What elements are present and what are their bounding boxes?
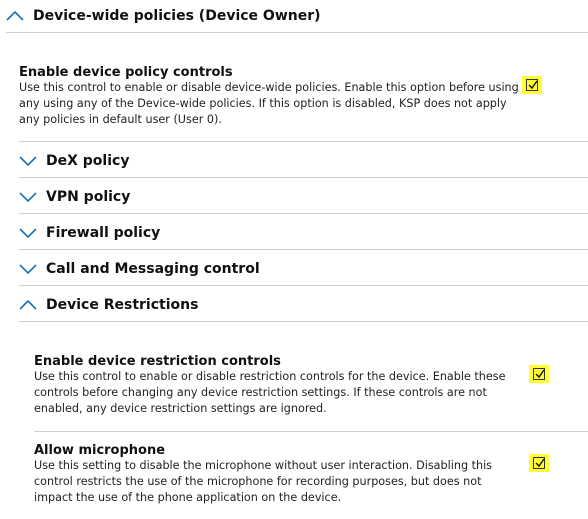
section-header-vpn-policy[interactable]: VPN policy: [19, 189, 130, 205]
setting-enable-restriction-controls: Enable device restriction controls Use t…: [34, 354, 519, 417]
enable-restriction-controls-checkbox[interactable]: [529, 365, 549, 383]
chevron-up-icon: [6, 10, 24, 22]
chevron-down-icon: [19, 191, 37, 203]
section-header-firewall-policy[interactable]: Firewall policy: [19, 225, 160, 241]
setting-title: Allow microphone: [34, 443, 166, 458]
allow-microphone-checkbox[interactable]: [529, 454, 549, 472]
divider: [19, 285, 588, 286]
chevron-up-icon: [19, 299, 37, 311]
checkmark-icon: [535, 369, 545, 379]
setting-description: Use this control to enable or disable de…: [19, 81, 519, 126]
chevron-down-icon: [19, 227, 37, 239]
setting-allow-microphone: Allow microphone Use this setting to dis…: [34, 443, 519, 506]
section-label: VPN policy: [46, 189, 131, 205]
chevron-down-icon: [19, 155, 37, 167]
section-header-device-wide-policies[interactable]: Device-wide policies (Device Owner): [6, 8, 321, 24]
divider: [6, 32, 588, 33]
section-header-device-restrictions[interactable]: Device Restrictions: [19, 297, 198, 313]
section-header-dex-policy[interactable]: DeX policy: [19, 153, 129, 169]
section-label: DeX policy: [46, 153, 130, 169]
section-label: Firewall policy: [46, 225, 161, 241]
section-label: Device Restrictions: [46, 297, 199, 313]
setting-enable-device-policy: Enable device policy controls Use this c…: [19, 65, 519, 128]
setting-title: Enable device restriction controls: [34, 354, 281, 369]
checkmark-icon: [535, 458, 545, 468]
setting-description: Use this control to enable or disable re…: [34, 370, 506, 415]
section-title: Device-wide policies (Device Owner): [33, 8, 321, 24]
enable-device-policy-checkbox[interactable]: [522, 76, 542, 94]
section-header-call-and-messaging[interactable]: Call and Messaging control: [19, 261, 260, 277]
checkmark-icon: [528, 80, 538, 90]
setting-title: Enable device policy controls: [19, 65, 233, 80]
divider: [19, 141, 588, 142]
divider: [19, 321, 588, 322]
divider: [19, 249, 588, 250]
divider: [19, 213, 588, 214]
chevron-down-icon: [19, 263, 37, 275]
setting-description: Use this setting to disable the micropho…: [34, 459, 493, 504]
divider: [19, 177, 588, 178]
section-label: Call and Messaging control: [46, 261, 260, 277]
divider: [34, 431, 588, 432]
